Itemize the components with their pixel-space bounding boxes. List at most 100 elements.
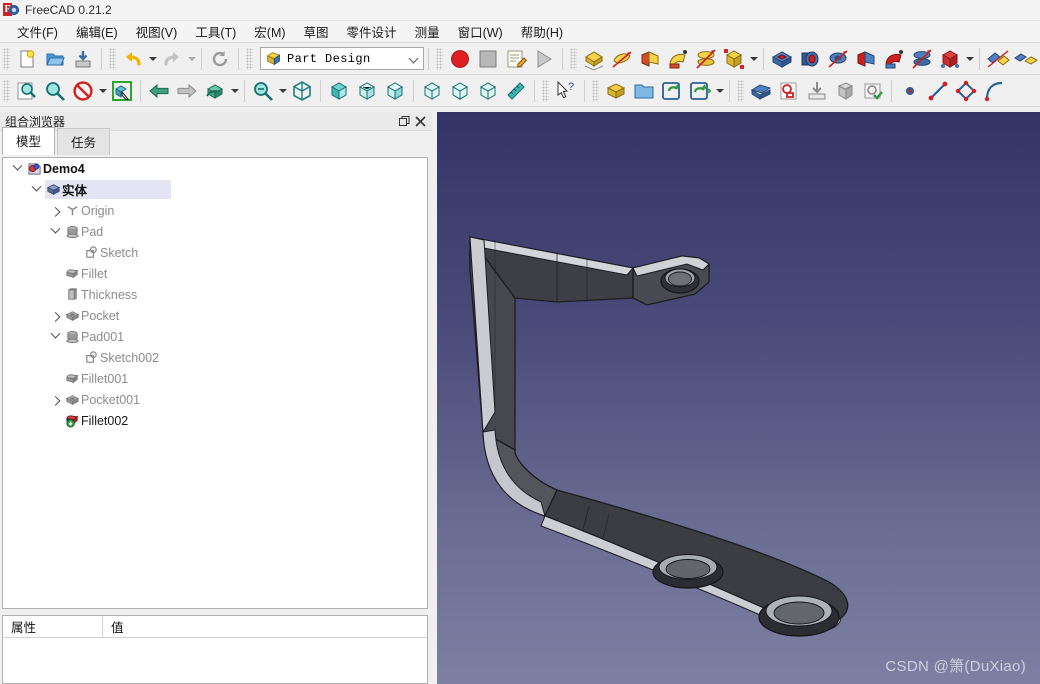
make-link-icon[interactable] (686, 77, 714, 105)
tree-item-origin[interactable]: Origin (3, 200, 427, 221)
point-icon[interactable] (896, 77, 924, 105)
additive-pipe-icon[interactable] (664, 45, 692, 73)
toolbar-grip[interactable] (246, 47, 253, 70)
left-view-icon[interactable] (474, 77, 502, 105)
create-body-icon[interactable] (602, 77, 630, 105)
toolbar-grip[interactable] (436, 47, 443, 70)
mirrored-icon[interactable] (984, 45, 1012, 73)
subtractive-box-icon[interactable] (936, 45, 964, 73)
fit-all-icon[interactable] (13, 77, 41, 105)
close-icon[interactable] (412, 113, 428, 129)
tab-tasks[interactable]: 任务 (57, 128, 111, 155)
whats-this-icon[interactable]: ? (552, 77, 580, 105)
3d-viewport[interactable]: CSDN @箫(DuXiao) (437, 112, 1040, 684)
tree-twisty-open[interactable] (47, 326, 63, 347)
draw-style-dropdown-icon[interactable] (97, 77, 108, 105)
workbench-selector[interactable]: Part Design (260, 47, 424, 70)
subtractive-pipe-icon[interactable] (852, 45, 880, 73)
pad-icon[interactable] (580, 45, 608, 73)
tree-item-pad001[interactable]: Pad001 (3, 326, 427, 347)
toolbar-grip[interactable] (109, 47, 116, 70)
measure-icon[interactable] (502, 77, 530, 105)
validate-sketch-icon[interactable] (859, 77, 887, 105)
menu-tools[interactable]: 工具(T) (186, 20, 245, 43)
menu-macro[interactable]: 宏(M) (245, 20, 294, 43)
macro-stop-icon[interactable] (474, 45, 502, 73)
menu-edit[interactable]: 编辑(E) (67, 20, 127, 43)
toolbar-grip[interactable] (592, 79, 599, 102)
edit-sketch-icon[interactable] (775, 77, 803, 105)
save-document-icon[interactable] (69, 45, 97, 73)
menu-sketch[interactable]: 草图 (295, 20, 338, 43)
additive-helix-icon[interactable] (692, 45, 720, 73)
tree-item-pocket001[interactable]: Pocket001 (3, 389, 427, 410)
zoom-dropdown-icon[interactable] (277, 77, 288, 105)
axonometric-icon[interactable] (288, 77, 316, 105)
property-editor[interactable]: 属性 值 (2, 615, 428, 684)
macro-edit-icon[interactable] (502, 45, 530, 73)
top-view-icon[interactable] (353, 77, 381, 105)
tree-item-thickness[interactable]: Thickness (3, 284, 427, 305)
right-view-icon[interactable] (381, 77, 409, 105)
restore-icon[interactable] (396, 113, 412, 129)
front-view-icon[interactable] (325, 77, 353, 105)
menu-part-design[interactable]: 零件设计 (338, 20, 406, 43)
tree-twisty-closed[interactable] (47, 389, 63, 410)
tree-item-demo4[interactable]: Demo4 (3, 158, 427, 179)
tree-twisty-open[interactable] (9, 158, 25, 179)
tree-twisty-open[interactable] (28, 179, 44, 200)
redo-dropdown-icon[interactable] (186, 45, 197, 73)
menu-file[interactable]: 文件(F) (8, 20, 67, 43)
tab-model[interactable]: 模型 (2, 127, 56, 155)
pocket-icon[interactable] (768, 45, 796, 73)
macro-record-icon[interactable] (446, 45, 474, 73)
tree-item-fillet[interactable]: Fillet (3, 263, 427, 284)
box-selection-icon[interactable] (201, 77, 229, 105)
selection-view-icon[interactable] (108, 77, 136, 105)
subtractive-helix-icon[interactable] (880, 45, 908, 73)
subtractive-primitive-icon[interactable] (908, 45, 936, 73)
additive-loft-icon[interactable] (636, 45, 664, 73)
undo-icon[interactable] (119, 45, 147, 73)
create-part-icon[interactable] (658, 77, 686, 105)
fit-selection-icon[interactable] (41, 77, 69, 105)
polyline-icon[interactable] (952, 77, 980, 105)
tree-item-fillet001[interactable]: Fillet001 (3, 368, 427, 389)
toolbar-grip[interactable] (3, 79, 10, 102)
map-sketch-icon[interactable] (831, 77, 859, 105)
menu-help[interactable]: 帮助(H) (512, 20, 572, 43)
tree-item-sketch002[interactable]: Sketch002 (3, 347, 427, 368)
rear-view-icon[interactable] (418, 77, 446, 105)
open-document-icon[interactable] (41, 45, 69, 73)
refresh-icon[interactable] (206, 45, 234, 73)
linear-pattern-icon[interactable] (1012, 45, 1040, 73)
back-icon[interactable] (145, 77, 173, 105)
forward-icon[interactable] (173, 77, 201, 105)
tree-twisty-closed[interactable] (47, 305, 63, 326)
menu-measure[interactable]: 测量 (406, 20, 449, 43)
create-sketch-icon[interactable] (747, 77, 775, 105)
tree-item-pad[interactable]: Pad (3, 221, 427, 242)
redo-icon[interactable] (158, 45, 186, 73)
menu-view[interactable]: 视图(V) (127, 20, 187, 43)
arc-icon[interactable] (980, 77, 1008, 105)
toolbar-grip[interactable] (570, 47, 577, 70)
attach-sketch-icon[interactable] (803, 77, 831, 105)
tree-twisty-open[interactable] (47, 221, 63, 242)
toolbar-grip[interactable] (542, 79, 549, 102)
additive-dropdown-icon[interactable] (748, 45, 759, 73)
undo-dropdown-icon[interactable] (147, 45, 158, 73)
tree-item-实体[interactable]: 实体 (3, 179, 427, 200)
new-document-icon[interactable] (13, 45, 41, 73)
groove-icon[interactable] (796, 45, 824, 73)
toolbar-grip[interactable] (3, 47, 10, 70)
macro-execute-icon[interactable] (530, 45, 558, 73)
menu-window[interactable]: 窗口(W) (449, 20, 512, 43)
sheet-metal-bracket[interactable] (437, 112, 1040, 684)
box-selection-dropdown-icon[interactable] (229, 77, 240, 105)
revolution-icon[interactable] (608, 45, 636, 73)
create-group-icon[interactable] (630, 77, 658, 105)
model-tree[interactable]: Demo4 实体 Origin Pad Sketch Fillet Thickness Poc… (2, 157, 428, 609)
zoom-box-icon[interactable] (249, 77, 277, 105)
bottom-view-icon[interactable] (446, 77, 474, 105)
